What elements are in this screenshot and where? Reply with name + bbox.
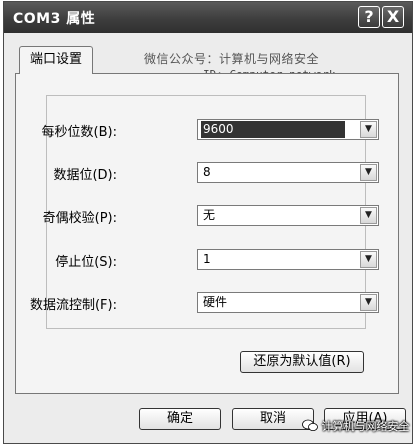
brand-text: 计算机与网络安全	[321, 420, 410, 433]
chevron-down-icon[interactable]: ▼	[360, 121, 377, 138]
window-title: COM3 属性	[13, 11, 96, 27]
brand-watermark: 计算机与网络安全	[302, 418, 414, 440]
flow-control-label: 数据流控制(F):	[29, 298, 117, 313]
parity-value: 无	[203, 208, 216, 222]
stop-bits-value: 1	[203, 252, 211, 266]
title-bar[interactable]: COM3 属性 ? X	[4, 2, 412, 33]
chevron-down-icon[interactable]: ▼	[360, 207, 377, 224]
baud-rate-label: 每秒位数(B):	[41, 125, 117, 140]
port-settings-panel: 每秒位数(B): 9600 ▼ 数据位(D): 8 ▼ 奇偶校验(P): 无 ▼…	[15, 73, 399, 394]
restore-defaults-button[interactable]: 还原为默认值(R)	[240, 351, 364, 373]
tab-port-settings[interactable]: 端口设置	[19, 46, 93, 74]
close-button[interactable]: X	[382, 6, 404, 28]
baud-rate-value: 9600	[201, 121, 345, 138]
ok-button[interactable]: 确定	[139, 408, 221, 430]
parity-label: 奇偶校验(P):	[42, 211, 117, 226]
parity-select[interactable]: 无 ▼	[197, 205, 379, 226]
flow-control-value: 硬件	[203, 295, 228, 309]
data-bits-value: 8	[203, 165, 211, 179]
chevron-down-icon[interactable]: ▼	[360, 251, 377, 268]
chevron-down-icon[interactable]: ▼	[360, 294, 377, 311]
help-button[interactable]: ?	[358, 6, 380, 28]
data-bits-select[interactable]: 8 ▼	[197, 162, 379, 183]
settings-group: 每秒位数(B): 9600 ▼ 数据位(D): 8 ▼ 奇偶校验(P): 无 ▼…	[30, 95, 379, 329]
properties-dialog: COM3 属性 ? X 端口设置 微信公众号：计算机与网络安全 ID: Comp…	[3, 1, 413, 444]
wechat-logo-icon	[302, 419, 318, 435]
chevron-down-icon[interactable]: ▼	[360, 164, 377, 181]
flow-control-select[interactable]: 硬件 ▼	[197, 292, 379, 313]
baud-rate-select[interactable]: 9600 ▼	[197, 119, 379, 140]
data-bits-label: 数据位(D):	[53, 168, 117, 183]
stop-bits-label: 停止位(S):	[55, 255, 117, 270]
stop-bits-select[interactable]: 1 ▼	[197, 249, 379, 270]
watermark-line-1: 微信公众号：计算机与网络安全	[144, 52, 320, 66]
